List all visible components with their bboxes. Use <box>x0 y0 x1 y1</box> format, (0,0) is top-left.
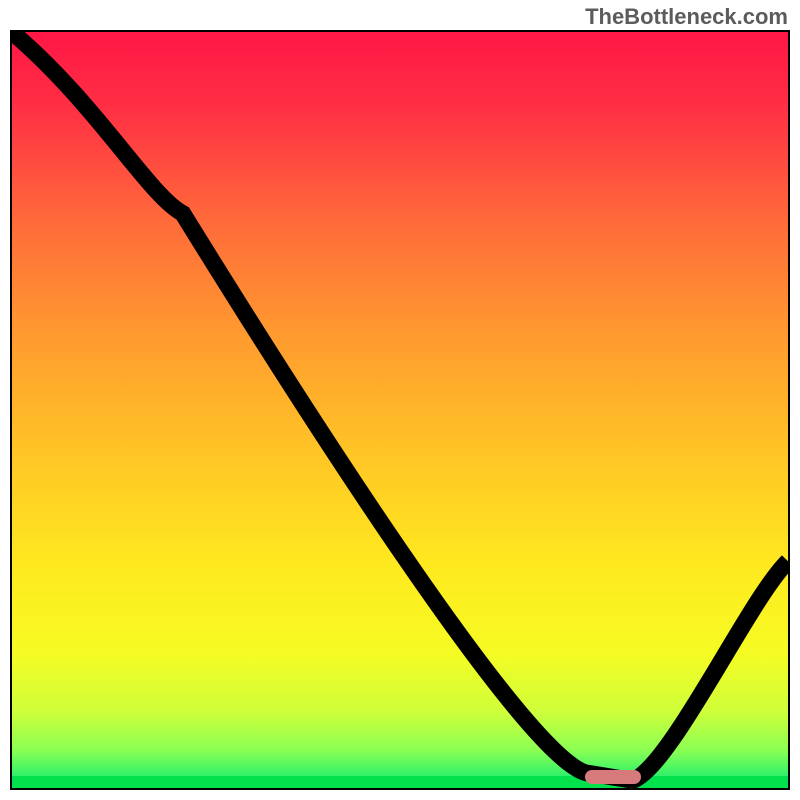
bottleneck-curve <box>12 32 788 788</box>
plot-area <box>10 30 790 790</box>
optimal-marker <box>585 770 641 784</box>
chart-frame: TheBottleneck.com <box>0 0 800 800</box>
watermark-text: TheBottleneck.com <box>585 4 788 30</box>
